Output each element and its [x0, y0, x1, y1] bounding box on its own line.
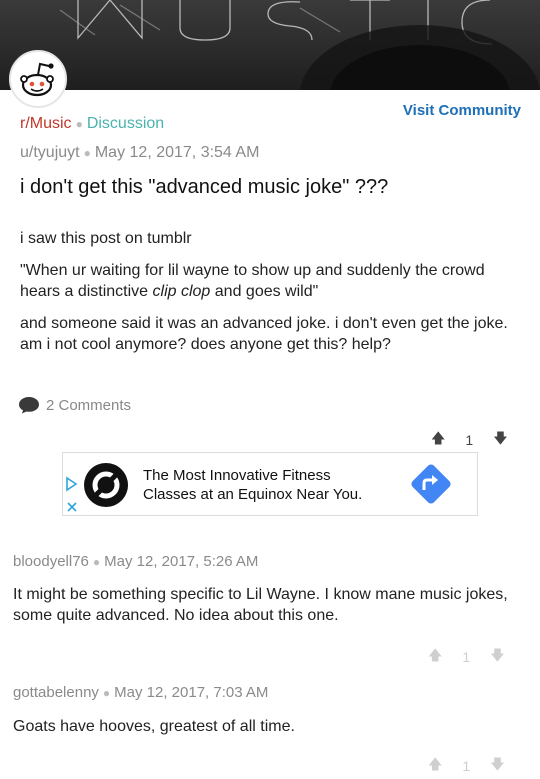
community-banner	[0, 0, 540, 90]
post-vote-controls: 🡅 1 🡇	[431, 428, 508, 452]
subreddit-avatar[interactable]	[9, 50, 67, 108]
comment-score: 1	[462, 758, 471, 774]
upvote-arrow-icon[interactable]: 🡅	[431, 428, 445, 452]
upvote-arrow-icon[interactable]: 🡅	[428, 754, 442, 778]
post-paragraph: and someone said it was an advanced joke…	[20, 315, 508, 353]
upvote-arrow-icon[interactable]: 🡅	[428, 645, 442, 669]
quote-italic: clip clop	[152, 283, 211, 300]
downvote-arrow-icon[interactable]: 🡇	[493, 428, 507, 452]
post-author[interactable]: u/tyujuyt	[20, 144, 80, 161]
post-title: i don't get this "advanced music joke" ?…	[20, 176, 389, 198]
directions-icon[interactable]	[406, 459, 456, 509]
visit-community-link[interactable]: Visit Community	[403, 102, 521, 119]
separator-dot: ●	[102, 686, 111, 700]
equinox-logo	[84, 463, 128, 507]
advertisement-banner[interactable]: The Most Innovative Fitness Classes at a…	[62, 452, 478, 516]
comment-meta: bloodyell76 ● May 12, 2017, 5:26 AM	[13, 553, 258, 570]
comment-text: It might be something specific to Lil Wa…	[13, 586, 508, 624]
comment-meta: gottabelenny ● May 12, 2017, 7:03 AM	[13, 684, 268, 701]
quote-text-end: and goes wild"	[210, 283, 319, 300]
post-subreddit-line: r/Music ● Discussion	[20, 115, 164, 133]
comments-count-button[interactable]: 2 Comments	[18, 396, 131, 414]
comment-author[interactable]: gottabelenny	[13, 684, 99, 701]
post-flair[interactable]: Discussion	[87, 115, 164, 132]
separator-dot: ●	[75, 117, 83, 131]
ad-text: The Most Innovative Fitness Classes at a…	[143, 467, 363, 503]
post-timestamp: May 12, 2017, 3:54 AM	[94, 144, 260, 161]
reddit-music-icon	[20, 62, 54, 97]
post-quote: "When ur waiting for lil wayne to show u…	[20, 260, 520, 302]
ad-choices-icon[interactable]	[65, 475, 79, 515]
separator-dot: ●	[92, 555, 101, 569]
banner-artwork	[59, 0, 540, 90]
post-meta: u/tyujuyt ● May 12, 2017, 3:54 AM	[20, 144, 259, 162]
comment-text: Goats have hooves, greatest of all time.	[13, 718, 295, 735]
separator-dot: ●	[83, 146, 91, 160]
comment-bubble-icon	[19, 397, 39, 414]
comment-timestamp: May 12, 2017, 7:03 AM	[114, 684, 269, 701]
comment-vote-controls: 🡅 1 🡇	[428, 645, 505, 669]
subreddit-link[interactable]: r/Music	[20, 115, 72, 132]
post-score: 1	[465, 432, 474, 448]
post-paragraph: i saw this post on tumblr	[20, 230, 192, 247]
downvote-arrow-icon[interactable]: 🡇	[490, 754, 504, 778]
downvote-arrow-icon[interactable]: 🡇	[490, 645, 504, 669]
comment-score: 1	[462, 649, 471, 665]
comments-count: 2 Comments	[46, 396, 132, 414]
comment-timestamp: May 12, 2017, 5:26 AM	[104, 553, 259, 570]
comment-author[interactable]: bloodyell76	[13, 553, 89, 570]
comment-vote-controls: 🡅 1 🡇	[428, 754, 505, 778]
